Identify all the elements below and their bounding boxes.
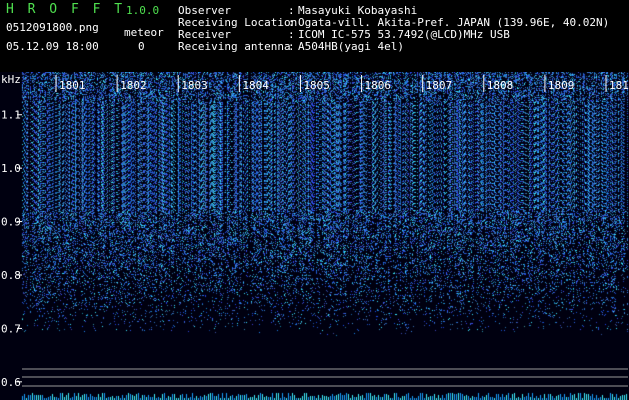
spectrogram-overlay: kHz1.11.00.90.80.70.61801 1802 1803 1804 180…: [1, 73, 629, 389]
meteor-count: 0: [138, 40, 145, 53]
file-name: 0512091800.png: [6, 21, 99, 34]
location-label: Receiving Location: [178, 16, 298, 29]
time-label-0: 1801: [59, 79, 86, 92]
location-separator: :: [288, 16, 295, 29]
observer-label: Observer: [178, 4, 231, 17]
meteor-label: meteor: [124, 26, 164, 39]
date-time: 05.12.09 18:00: [6, 40, 99, 53]
antenna-value: A504HB(yagi 4el): [298, 40, 404, 53]
time-label-4: 1805: [303, 79, 330, 92]
time-label-6: 1807: [426, 79, 453, 92]
time-label-8: 1809: [548, 79, 575, 92]
antenna-label: Receiving antenna: [178, 40, 291, 53]
receiver-separator: :: [288, 28, 295, 41]
receiver-value: ICOM IC-575 53.7492(@LCD)MHz USB: [298, 28, 510, 41]
freq-tick-label-3: 0.8: [1, 269, 21, 282]
time-label-5: 1806: [365, 79, 392, 92]
app-version: 1.0.0: [126, 4, 160, 17]
app-title: H R O F F T: [6, 2, 126, 17]
observer-separator: :: [288, 4, 295, 17]
antenna-separator: :: [288, 40, 295, 53]
time-label-7: 1808: [487, 79, 514, 92]
receiver-label: Receiver: [178, 28, 231, 41]
freq-unit-label: kHz: [1, 73, 21, 86]
time-label-9: 1810: [609, 79, 629, 92]
location-value: Ogata-vill. Akita-Pref. JAPAN (139.96E, …: [298, 16, 610, 29]
time-label-2: 1803: [181, 79, 208, 92]
time-label-1: 1802: [120, 79, 147, 92]
freq-tick-label-0: 1.1: [1, 109, 21, 122]
observer-value: Masayuki Kobayashi: [298, 4, 418, 17]
time-label-3: 1804: [242, 79, 269, 92]
